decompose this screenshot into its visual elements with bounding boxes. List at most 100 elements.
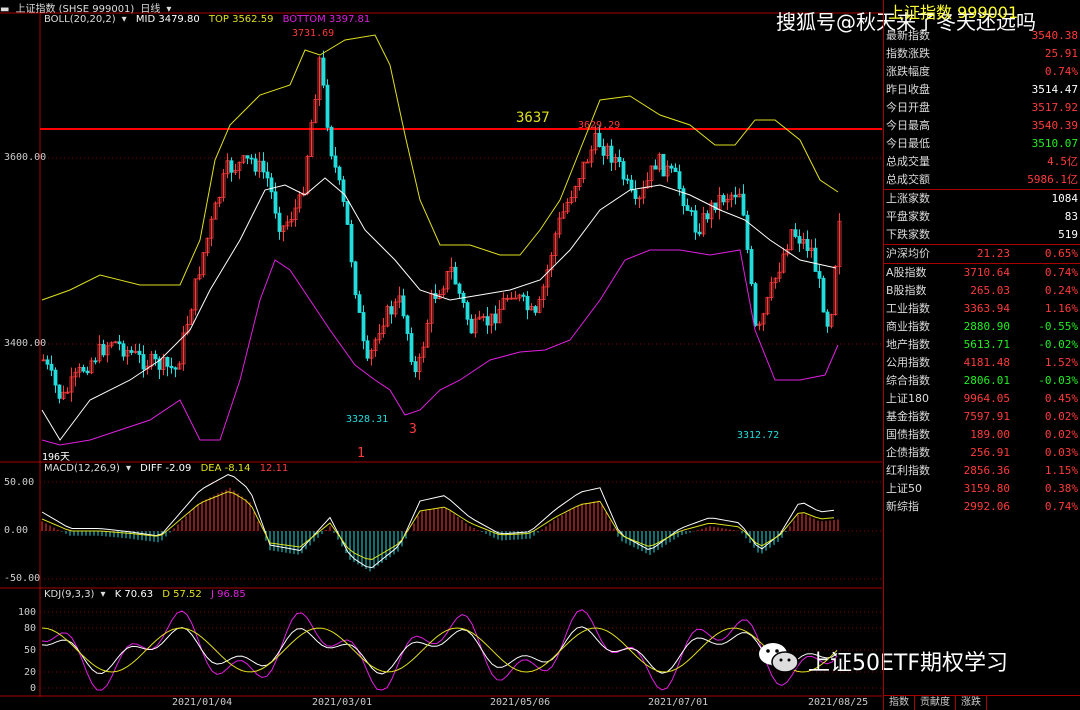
price-tick-3600: 3600.00 xyxy=(4,152,47,163)
row-value: 1084 xyxy=(1051,192,1079,205)
panel-row[interactable]: 总成交量 4.5亿 xyxy=(884,153,1080,171)
candle-body xyxy=(337,166,342,181)
row-label: 下跌家数 xyxy=(886,228,930,241)
candle-body xyxy=(137,350,142,355)
row-label: 总成交量 xyxy=(886,155,930,168)
panel-row[interactable]: 上涨家数 1084 xyxy=(884,190,1080,208)
row-value: 519 xyxy=(1058,228,1078,241)
tab-index[interactable]: 指数 xyxy=(884,696,915,710)
candle-body xyxy=(817,271,822,279)
candle-body xyxy=(685,205,690,211)
panel-row[interactable]: 公用指数 4181.48 1.52% xyxy=(884,354,1080,372)
low-label-2: 3312.72 xyxy=(737,430,780,441)
kdj-tick-20: 20 xyxy=(24,667,37,678)
row-pct: 1.52% xyxy=(1044,356,1078,369)
candle-body xyxy=(269,177,274,193)
candle-body xyxy=(609,145,614,163)
macd-tick-0: 0.00 xyxy=(4,525,29,536)
row-label: 昨日收盘 xyxy=(886,83,930,96)
row-value: 7597.91 xyxy=(963,410,1010,423)
panel-row[interactable]: 工业指数 3363.94 1.16% xyxy=(884,300,1080,318)
row-label: 上证180 xyxy=(886,392,929,405)
panel-row[interactable]: 企债指数 256.91 0.03% xyxy=(884,444,1080,462)
panel-row[interactable]: 今日最低 3510.07 xyxy=(884,135,1080,153)
tab-updown[interactable]: 涨跌 xyxy=(956,696,987,710)
panel-title: 上证指数 999001 xyxy=(888,3,1019,22)
candle-body xyxy=(53,369,58,386)
row-value: 0.74% xyxy=(1044,65,1078,78)
panel-row[interactable]: 指数涨跌 25.91 xyxy=(884,45,1080,63)
candle-body xyxy=(653,165,658,170)
panel-row[interactable]: 平盘家数 83 xyxy=(884,208,1080,226)
chevron-down-icon[interactable]: ▾ xyxy=(100,589,105,600)
candle-body xyxy=(629,179,634,191)
hs-avg-pct: 0.65% xyxy=(1044,247,1078,260)
candle-body xyxy=(453,266,458,285)
panel-row[interactable]: A股指数 3710.64 0.74% xyxy=(884,264,1080,282)
panel-row[interactable]: 昨日收盘 3514.47 xyxy=(884,81,1080,99)
panel-row[interactable]: 上证180 9964.05 0.45% xyxy=(884,390,1080,408)
row-pct: 1.16% xyxy=(1044,302,1078,315)
candle-body xyxy=(345,201,350,225)
row-label: 涨跌幅度 xyxy=(886,65,930,78)
row-value: 3710.64 xyxy=(963,266,1010,279)
row-value: 3363.94 xyxy=(963,302,1010,315)
panel-tabs: 指数 贡献度 涨跌 xyxy=(884,695,1080,710)
row-pct: -0.55% xyxy=(1038,320,1078,333)
macd-value: 12.11 xyxy=(259,463,289,474)
row-label: 公用指数 xyxy=(886,356,930,369)
kdj-j-line xyxy=(41,609,838,691)
boll-mid-line xyxy=(41,177,837,441)
panel-row[interactable]: B股指数 265.03 0.24% xyxy=(884,282,1080,300)
date-tick-2: 2021/03/01 xyxy=(312,697,373,708)
candle-body xyxy=(745,214,750,250)
chevron-down-icon[interactable]: ▾ xyxy=(126,463,131,474)
candle-body xyxy=(261,160,266,173)
menu-icon[interactable]: ▬ xyxy=(0,4,9,15)
row-label: 今日最低 xyxy=(886,137,930,150)
panel-row[interactable]: 国债指数 189.00 0.02% xyxy=(884,426,1080,444)
panel-row[interactable]: 基金指数 7597.91 0.02% xyxy=(884,408,1080,426)
panel-row[interactable]: 商业指数 2880.90 -0.55% xyxy=(884,318,1080,336)
hs-avg-row[interactable]: 沪深均价 21.23 0.65% xyxy=(884,245,1080,263)
chevron-down-icon[interactable]: ▾ xyxy=(122,14,127,25)
candle-body xyxy=(349,224,354,263)
tab-contribution[interactable]: 贡献度 xyxy=(915,696,956,710)
panel-row[interactable]: 新综指 2992.06 0.74% xyxy=(884,498,1080,516)
candle-body xyxy=(357,294,362,313)
panel-row[interactable]: 上证50 3159.80 0.38% xyxy=(884,480,1080,498)
candle-body xyxy=(585,161,590,164)
row-value: 25.91 xyxy=(1044,47,1078,60)
candle-body xyxy=(333,155,338,168)
row-label: 今日开盘 xyxy=(886,101,930,114)
days-label: 196天 xyxy=(42,452,71,463)
panel-row[interactable]: 最新指数 3540.38 xyxy=(884,27,1080,45)
panel-row[interactable]: 涨跌幅度 0.74% xyxy=(884,63,1080,81)
row-pct: 0.24% xyxy=(1044,284,1078,297)
candle-body xyxy=(677,171,682,190)
panel-row[interactable]: 综合指数 2806.01 -0.03% xyxy=(884,372,1080,390)
date-tick-1: 2021/01/04 xyxy=(172,697,233,708)
panel-row[interactable]: 今日开盘 3517.92 xyxy=(884,99,1080,117)
candle-body xyxy=(617,157,622,162)
breadth-list: 上涨家数 1084 平盘家数 83 下跌家数 519 xyxy=(884,190,1080,244)
panel-row[interactable]: 下跌家数 519 xyxy=(884,226,1080,244)
row-pct: 0.03% xyxy=(1044,446,1078,459)
panel-row[interactable]: 地产指数 5613.71 -0.02% xyxy=(884,336,1080,354)
candle-body xyxy=(401,295,406,317)
row-value: 3517.92 xyxy=(1031,101,1078,114)
kdj-tick-100: 100 xyxy=(18,607,37,618)
candle-body xyxy=(793,229,798,237)
candle-body xyxy=(273,191,278,214)
candle-body xyxy=(129,350,134,353)
candle-body xyxy=(45,359,50,365)
candle-body xyxy=(797,236,802,244)
candle-body xyxy=(81,367,86,372)
panel-row[interactable]: 总成交额 5986.1亿 xyxy=(884,171,1080,189)
panel-row[interactable]: 今日最高 3540.39 xyxy=(884,117,1080,135)
row-label: 上涨家数 xyxy=(886,192,930,205)
hs-avg-value: 21.23 xyxy=(976,247,1010,260)
row-value: 2992.06 xyxy=(963,500,1010,513)
candle-body xyxy=(93,360,98,363)
panel-row[interactable]: 红利指数 2856.36 1.15% xyxy=(884,462,1080,480)
